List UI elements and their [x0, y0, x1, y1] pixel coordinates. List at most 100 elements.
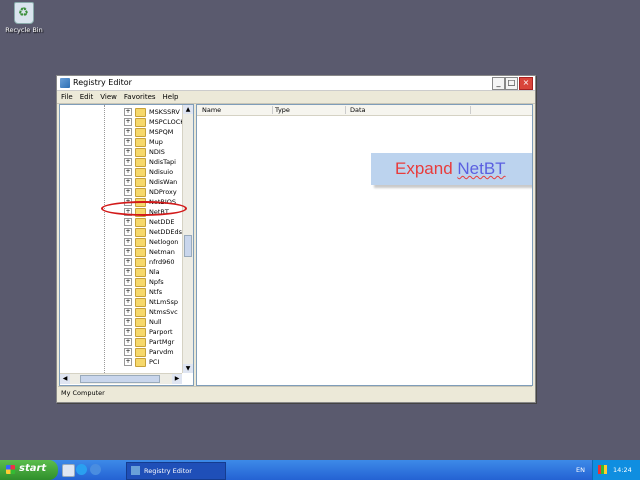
tree-item-label: NetDDE [149, 218, 175, 226]
system-tray: 14:24 [592, 460, 640, 480]
expand-plus-icon[interactable]: + [124, 288, 132, 296]
tree-item[interactable]: + MSKSSRV [124, 107, 180, 117]
registry-value-list: Name Type Data Expand NetBT [196, 104, 533, 386]
scroll-right-arrow-icon[interactable]: ▶ [172, 374, 182, 384]
tree-item[interactable]: + Parport [124, 327, 173, 337]
folder-icon [135, 147, 146, 157]
recycle-bin-desktop-icon[interactable]: Recycle Bin [4, 2, 44, 34]
windows-logo-icon [6, 465, 15, 474]
tree-item-label: nfrd960 [149, 258, 175, 266]
tree-horizontal-scrollbar[interactable]: ◀ ▶ [60, 373, 182, 384]
tree-item-label: MSPQM [149, 128, 174, 136]
expand-plus-icon[interactable]: + [124, 128, 132, 136]
tree-vertical-scrollbar[interactable]: ▲ ▼ [182, 105, 193, 373]
folder-icon [135, 137, 146, 147]
language-indicator[interactable]: EN [576, 466, 585, 474]
expand-plus-icon[interactable]: + [124, 308, 132, 316]
tree-item[interactable]: + Netman [124, 247, 175, 257]
maximize-button[interactable]: □ [505, 77, 518, 90]
tree-item[interactable]: + Ndisuio [124, 167, 173, 177]
tree-item[interactable]: + NtLmSsp [124, 297, 178, 307]
tree-item-label: NtLmSsp [149, 298, 179, 306]
expand-plus-icon[interactable]: + [124, 358, 132, 366]
tree-item[interactable]: + PCI [124, 357, 159, 367]
browser-icon[interactable] [90, 464, 101, 475]
show-desktop-icon[interactable] [62, 464, 75, 477]
tree-item-label: Ntfs [149, 288, 163, 296]
tree-item-label: Mup [149, 138, 163, 146]
expand-plus-icon[interactable]: + [124, 118, 132, 126]
menu-bar: File Edit View Favorites Help [57, 91, 535, 104]
expand-plus-icon[interactable]: + [124, 138, 132, 146]
tree-item[interactable]: + NdisTapi [124, 157, 176, 167]
close-button[interactable]: × [519, 77, 533, 90]
hscroll-thumb[interactable] [80, 375, 160, 383]
taskbar: start Registry Editor EN 14:24 [0, 460, 640, 480]
window-title: Registry Editor [73, 78, 132, 87]
tree-item-label: NdisTapi [149, 158, 176, 166]
tree-item[interactable]: + Ntfs [124, 287, 162, 297]
column-header-name[interactable]: Name [199, 106, 273, 114]
recycle-bin-label: Recycle Bin [5, 26, 43, 34]
expand-plus-icon[interactable]: + [124, 188, 132, 196]
tray-icon[interactable] [598, 465, 607, 474]
column-header-type[interactable]: Type [272, 106, 346, 114]
tree-item[interactable]: + Parvdm [124, 347, 174, 357]
expand-plus-icon[interactable]: + [124, 258, 132, 266]
expand-plus-icon[interactable]: + [124, 218, 132, 226]
scroll-up-arrow-icon[interactable]: ▲ [183, 105, 193, 114]
menu-edit[interactable]: Edit [80, 93, 94, 101]
folder-icon [135, 247, 146, 257]
menu-file[interactable]: File [61, 93, 73, 101]
internet-explorer-icon[interactable] [76, 464, 87, 475]
folder-icon [135, 297, 146, 307]
menu-help[interactable]: Help [163, 93, 179, 101]
tree-item-label: PCI [149, 358, 160, 366]
tree-item[interactable]: + Netlogon [124, 237, 178, 247]
menu-favorites[interactable]: Favorites [124, 93, 156, 101]
expand-plus-icon[interactable]: + [124, 228, 132, 236]
folder-icon [135, 327, 146, 337]
expand-plus-icon[interactable]: + [124, 338, 132, 346]
expand-plus-icon[interactable]: + [124, 178, 132, 186]
folder-icon [135, 347, 146, 357]
tree-item[interactable]: + Npfs [124, 277, 164, 287]
tree-item[interactable]: + nfrd960 [124, 257, 175, 267]
expand-plus-icon[interactable]: + [124, 328, 132, 336]
tree-item[interactable]: + NetDDE [124, 217, 175, 227]
expand-plus-icon[interactable]: + [124, 248, 132, 256]
tree-item[interactable]: + NDProxy [124, 187, 177, 197]
tree-item[interactable]: + MSPQM [124, 127, 173, 137]
scroll-thumb[interactable] [184, 235, 192, 257]
tree-item[interactable]: + Mup [124, 137, 163, 147]
column-header-data[interactable]: Data [347, 106, 471, 114]
expand-plus-icon[interactable]: + [124, 108, 132, 116]
expand-plus-icon[interactable]: + [124, 278, 132, 286]
tree-item[interactable]: + NDIS [124, 147, 165, 157]
expand-plus-icon[interactable]: + [124, 238, 132, 246]
scroll-down-arrow-icon[interactable]: ▼ [183, 364, 193, 373]
window-titlebar[interactable]: Registry Editor _ □ × [57, 76, 535, 91]
expand-plus-icon[interactable]: + [124, 158, 132, 166]
tree-item[interactable]: + NdisWan [124, 177, 177, 187]
expand-plus-icon[interactable]: + [124, 268, 132, 276]
tree-item-label: Parvdm [149, 348, 174, 356]
start-button[interactable]: start [0, 460, 58, 480]
minimize-button[interactable]: _ [492, 77, 505, 90]
tree-item[interactable]: + PartMgr [124, 337, 174, 347]
expand-plus-icon[interactable]: + [124, 148, 132, 156]
expand-plus-icon[interactable]: + [124, 318, 132, 326]
tree-item[interactable]: + Null [124, 317, 162, 327]
clock[interactable]: 14:24 [613, 466, 632, 474]
instruction-callout: Expand NetBT [371, 153, 532, 185]
folder-icon [135, 317, 146, 327]
taskbar-registry-editor-button[interactable]: Registry Editor [126, 462, 226, 480]
expand-plus-icon[interactable]: + [124, 168, 132, 176]
expand-plus-icon[interactable]: + [124, 348, 132, 356]
expand-plus-icon[interactable]: + [124, 298, 132, 306]
tree-item[interactable]: + NtmsSvc [124, 307, 178, 317]
tree-item[interactable]: + Nla [124, 267, 160, 277]
tree-item[interactable]: + MSPCLOCK [124, 117, 185, 127]
scroll-left-arrow-icon[interactable]: ◀ [60, 374, 70, 384]
menu-view[interactable]: View [100, 93, 117, 101]
